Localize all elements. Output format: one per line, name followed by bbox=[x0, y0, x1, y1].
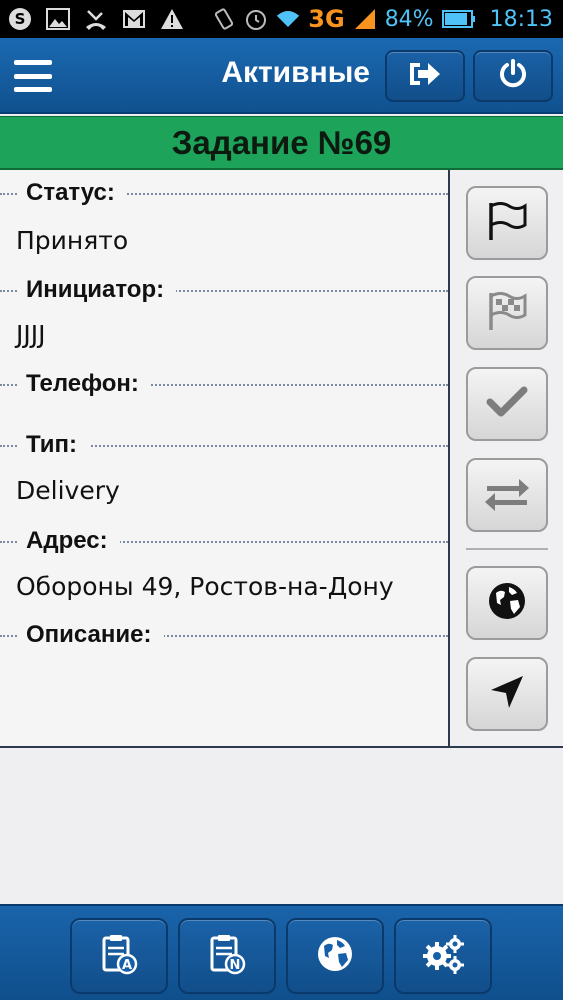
navigation-arrow-icon bbox=[487, 672, 527, 716]
network-type: 3G bbox=[308, 5, 345, 33]
map-button[interactable] bbox=[466, 566, 548, 640]
task-header: Задание №69 bbox=[0, 116, 563, 170]
svg-text:S: S bbox=[15, 10, 26, 28]
battery-percent: 84% bbox=[384, 6, 434, 32]
address-label-row: Адрес: bbox=[0, 524, 448, 558]
vibrate-icon bbox=[212, 7, 236, 31]
settings-gears-icon bbox=[421, 934, 465, 978]
initiator-label-row: Инициатор: bbox=[0, 273, 448, 307]
toolbar-separator bbox=[466, 548, 548, 550]
start-task-button[interactable] bbox=[466, 186, 548, 260]
address-label: Адрес: bbox=[18, 524, 120, 558]
status-label-row: Статус: bbox=[0, 176, 448, 210]
skype-icon: S bbox=[8, 7, 32, 31]
new-tasks-button[interactable]: N bbox=[178, 918, 276, 994]
task-details: Статус: Принято Инициатор: JJJJ Телефон:… bbox=[0, 170, 448, 748]
signal-icon bbox=[353, 7, 377, 31]
missed-call-icon bbox=[84, 7, 108, 31]
active-tasks-clipboard-icon: A bbox=[99, 933, 139, 979]
alarm-icon bbox=[244, 7, 268, 31]
type-label-row: Тип: bbox=[0, 428, 448, 462]
complete-task-button[interactable] bbox=[466, 367, 548, 441]
svg-text:N: N bbox=[230, 958, 241, 973]
side-toolbar bbox=[448, 170, 563, 748]
description-label-row: Описание: bbox=[0, 618, 448, 652]
page-title: Активные bbox=[221, 56, 370, 89]
content-divider bbox=[0, 746, 563, 748]
checkmark-icon bbox=[486, 384, 528, 424]
status-label: Статус: bbox=[18, 176, 127, 210]
power-button[interactable] bbox=[473, 50, 553, 102]
phone-label: Телефон: bbox=[18, 367, 151, 401]
task-title: Задание №69 bbox=[171, 123, 392, 161]
start-flag-icon bbox=[485, 200, 529, 246]
initiator-value: JJJJ bbox=[16, 320, 46, 349]
initiator-label: Инициатор: bbox=[18, 273, 177, 307]
battery-icon bbox=[441, 7, 476, 31]
description-label: Описание: bbox=[18, 618, 164, 652]
status-value: Принято bbox=[16, 226, 129, 255]
svg-text:A: A bbox=[122, 958, 132, 973]
globe-icon bbox=[487, 581, 527, 625]
gmail-icon bbox=[122, 7, 146, 31]
bottom-navigation-bar: A N bbox=[0, 904, 563, 1000]
phone-label-row: Телефон: bbox=[0, 367, 448, 401]
hamburger-menu-icon[interactable] bbox=[14, 60, 52, 92]
map-tab-button[interactable] bbox=[286, 918, 384, 994]
finish-flag-icon bbox=[485, 290, 529, 336]
logout-icon bbox=[407, 59, 443, 93]
transfer-arrows-icon bbox=[483, 475, 531, 515]
globe-icon bbox=[315, 934, 355, 978]
power-icon bbox=[497, 58, 529, 94]
finish-task-button[interactable] bbox=[466, 276, 548, 350]
logout-button[interactable] bbox=[385, 50, 465, 102]
status-bar: S 3G 84% 18:13 bbox=[0, 0, 563, 38]
warning-icon bbox=[160, 7, 184, 31]
wifi-icon bbox=[276, 7, 300, 31]
clock: 18:13 bbox=[489, 6, 553, 32]
type-value: Delivery bbox=[16, 476, 120, 505]
transfer-task-button[interactable] bbox=[466, 458, 548, 532]
action-bar: Активные bbox=[0, 38, 563, 114]
new-tasks-clipboard-icon: N bbox=[207, 933, 247, 979]
navigate-button[interactable] bbox=[466, 657, 548, 731]
settings-button[interactable] bbox=[394, 918, 492, 994]
address-value: Обороны 49, Ростов-на-Дону bbox=[16, 572, 394, 601]
type-label: Тип: bbox=[18, 428, 89, 462]
gallery-icon bbox=[46, 7, 70, 31]
active-tasks-button[interactable]: A bbox=[70, 918, 168, 994]
